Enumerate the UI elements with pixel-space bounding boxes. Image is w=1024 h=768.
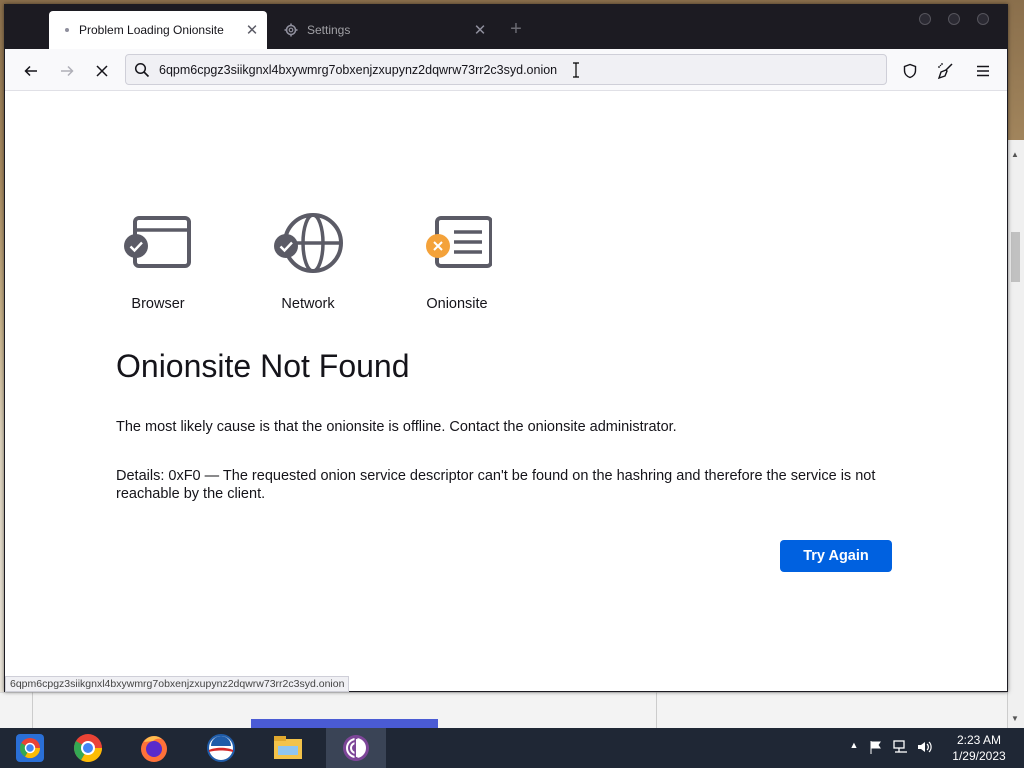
error-message: The most likely cause is that the onions… [116, 419, 677, 435]
forward-button[interactable] [54, 58, 80, 84]
background-divider [656, 692, 657, 728]
error-title: Onionsite Not Found [116, 348, 410, 384]
navigation-toolbar: 6qpm6cpgz3siikgnxl4bxywmrg7obxenjzxupynz… [5, 49, 1007, 91]
stage-label: Network [281, 296, 335, 312]
clock-time: 2:23 AM [956, 733, 1002, 747]
error-details: Details: 0xF0 — The requested onion serv… [116, 468, 876, 502]
tab-settings[interactable]: Settings ✕ [277, 11, 495, 49]
hamburger-icon [977, 65, 989, 77]
forward-arrow-icon [61, 65, 74, 77]
tab-label: Problem Loading Onionsite [79, 23, 224, 37]
background-scrollbar-thumb[interactable] [1011, 232, 1020, 282]
clock-date: 1/29/2023 [952, 749, 1006, 763]
stage-label: Onionsite [426, 296, 488, 312]
text-cursor-icon [573, 62, 579, 78]
error-page: Browser Network Onionsite Onionsite Not … [5, 92, 1007, 692]
file-explorer-icon[interactable] [258, 728, 318, 768]
back-button[interactable] [18, 58, 44, 84]
obama-icon[interactable] [191, 728, 251, 768]
maximize-button[interactable] [948, 13, 960, 25]
stage-label: Browser [131, 296, 185, 312]
stage-onionsite: Onionsite [407, 212, 507, 312]
menu-button[interactable] [970, 58, 996, 84]
address-bar[interactable]: 6qpm6cpgz3siikgnxl4bxywmrg7obxenjzxupynz… [125, 54, 887, 85]
stop-button[interactable] [89, 58, 115, 84]
background-divider [32, 692, 33, 728]
chrome-os-icon[interactable] [0, 728, 60, 768]
background-window-bottom [0, 692, 1007, 728]
network-icon[interactable] [893, 740, 909, 756]
tab-strip: Problem Loading Onionsite ✕ Settings ✕ + [5, 5, 1007, 49]
loading-dot-icon [65, 28, 69, 32]
volume-icon[interactable] [917, 740, 933, 756]
taskbar: ▲ 2:23 AM 1/29/2023 [0, 728, 1024, 768]
action-center-flag-icon[interactable] [868, 740, 884, 756]
background-scroll-down-icon[interactable]: ▼ [1011, 714, 1021, 723]
background-scroll-up-icon[interactable]: ▲ [1011, 150, 1021, 159]
url-text[interactable]: 6qpm6cpgz3siikgnxl4bxywmrg7obxenjzxupynz… [159, 63, 557, 77]
browser-window: Problem Loading Onionsite ✕ Settings ✕ +… [4, 4, 1008, 692]
broom-icon [937, 63, 953, 80]
back-arrow-icon [24, 65, 37, 77]
shield-button[interactable] [897, 58, 923, 84]
try-again-button[interactable]: Try Again [780, 540, 892, 572]
browser-icon [123, 212, 193, 276]
background-blue-bar [251, 719, 438, 728]
chrome-icon[interactable] [58, 728, 118, 768]
stage-browser: Browser [108, 212, 208, 312]
tray-overflow-icon[interactable]: ▲ [846, 740, 862, 756]
globe-icon [273, 212, 343, 276]
onionsite-icon [422, 212, 493, 276]
status-url-tooltip: 6qpm6cpgz3siikgnxl4bxywmrg7obxenjzxupynz… [5, 676, 350, 692]
close-tab-icon[interactable]: ✕ [243, 21, 261, 39]
background-window-edge [1007, 140, 1024, 728]
gear-icon [283, 22, 299, 38]
new-tab-button[interactable]: + [505, 19, 527, 41]
close-tab-icon[interactable]: ✕ [471, 21, 489, 39]
new-identity-button[interactable] [933, 58, 959, 84]
tab-problem-loading[interactable]: Problem Loading Onionsite ✕ [49, 11, 267, 49]
minimize-button[interactable] [919, 13, 931, 25]
stage-network: Network [258, 212, 358, 312]
firefox-icon[interactable] [124, 728, 184, 768]
stop-x-icon [96, 65, 108, 77]
system-clock[interactable]: 2:23 AM 1/29/2023 [940, 732, 1018, 764]
search-icon [134, 62, 150, 78]
tor-browser-icon[interactable] [326, 728, 386, 768]
close-window-button[interactable] [977, 13, 989, 25]
shield-icon [903, 63, 917, 79]
tab-label: Settings [307, 23, 351, 37]
